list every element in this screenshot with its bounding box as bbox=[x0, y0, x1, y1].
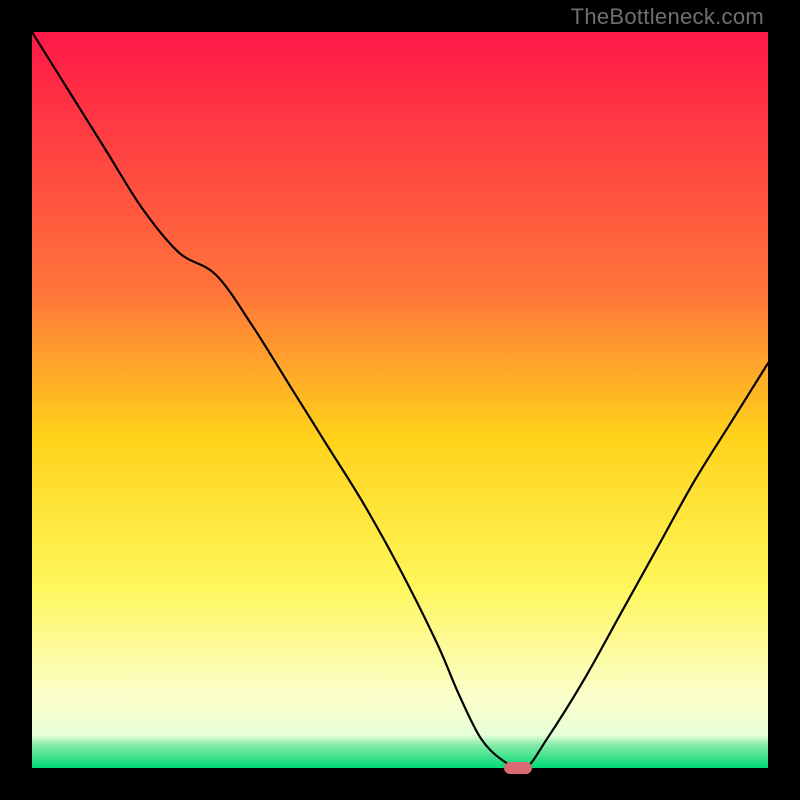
minimum-marker bbox=[504, 762, 532, 774]
chart-frame bbox=[32, 32, 768, 768]
gradient-background bbox=[32, 32, 768, 768]
watermark-text: TheBottleneck.com bbox=[571, 4, 764, 30]
